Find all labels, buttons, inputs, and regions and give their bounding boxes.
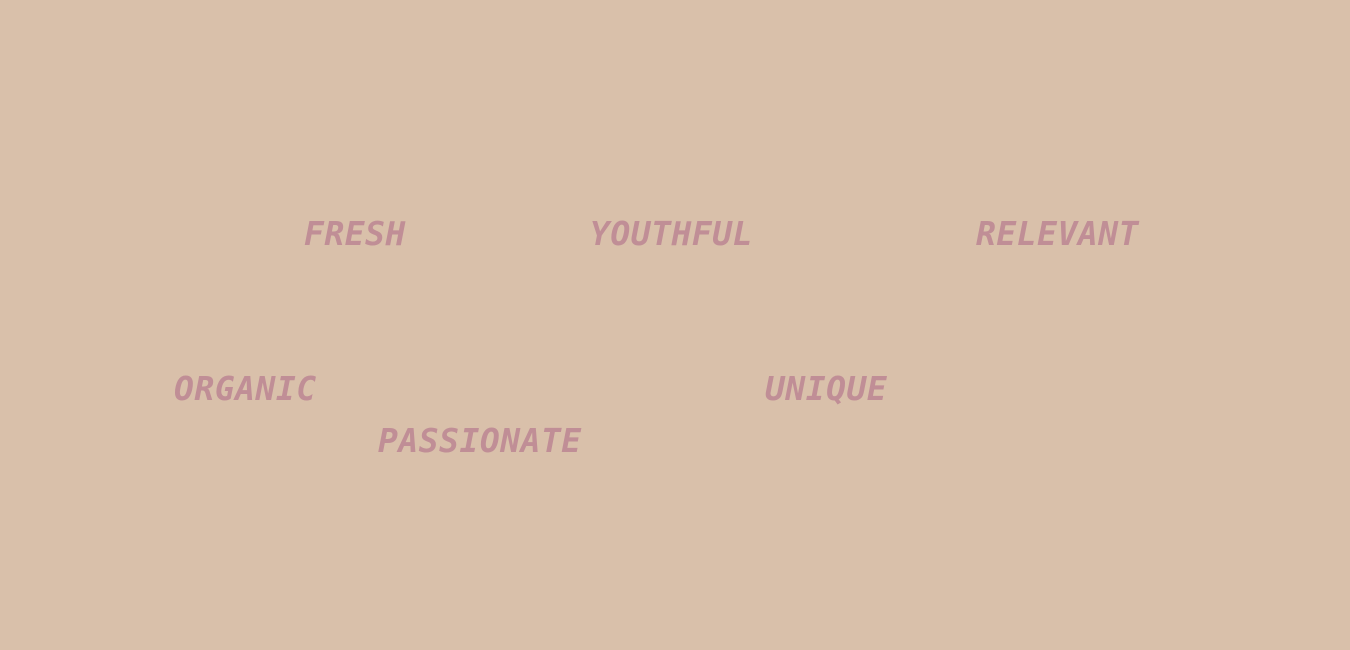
word-passionate: PASSIONATE	[378, 421, 582, 460]
word-youthful: YOUTHFUL	[590, 214, 753, 253]
word-organic: ORGANIC	[174, 369, 317, 408]
word-cloud-canvas: FRESH YOUTHFUL RELEVANT ORGANIC UNIQUE P…	[0, 0, 1350, 650]
word-unique: UNIQUE	[765, 369, 888, 408]
word-fresh: FRESH	[304, 214, 406, 253]
word-relevant: RELEVANT	[976, 214, 1139, 253]
